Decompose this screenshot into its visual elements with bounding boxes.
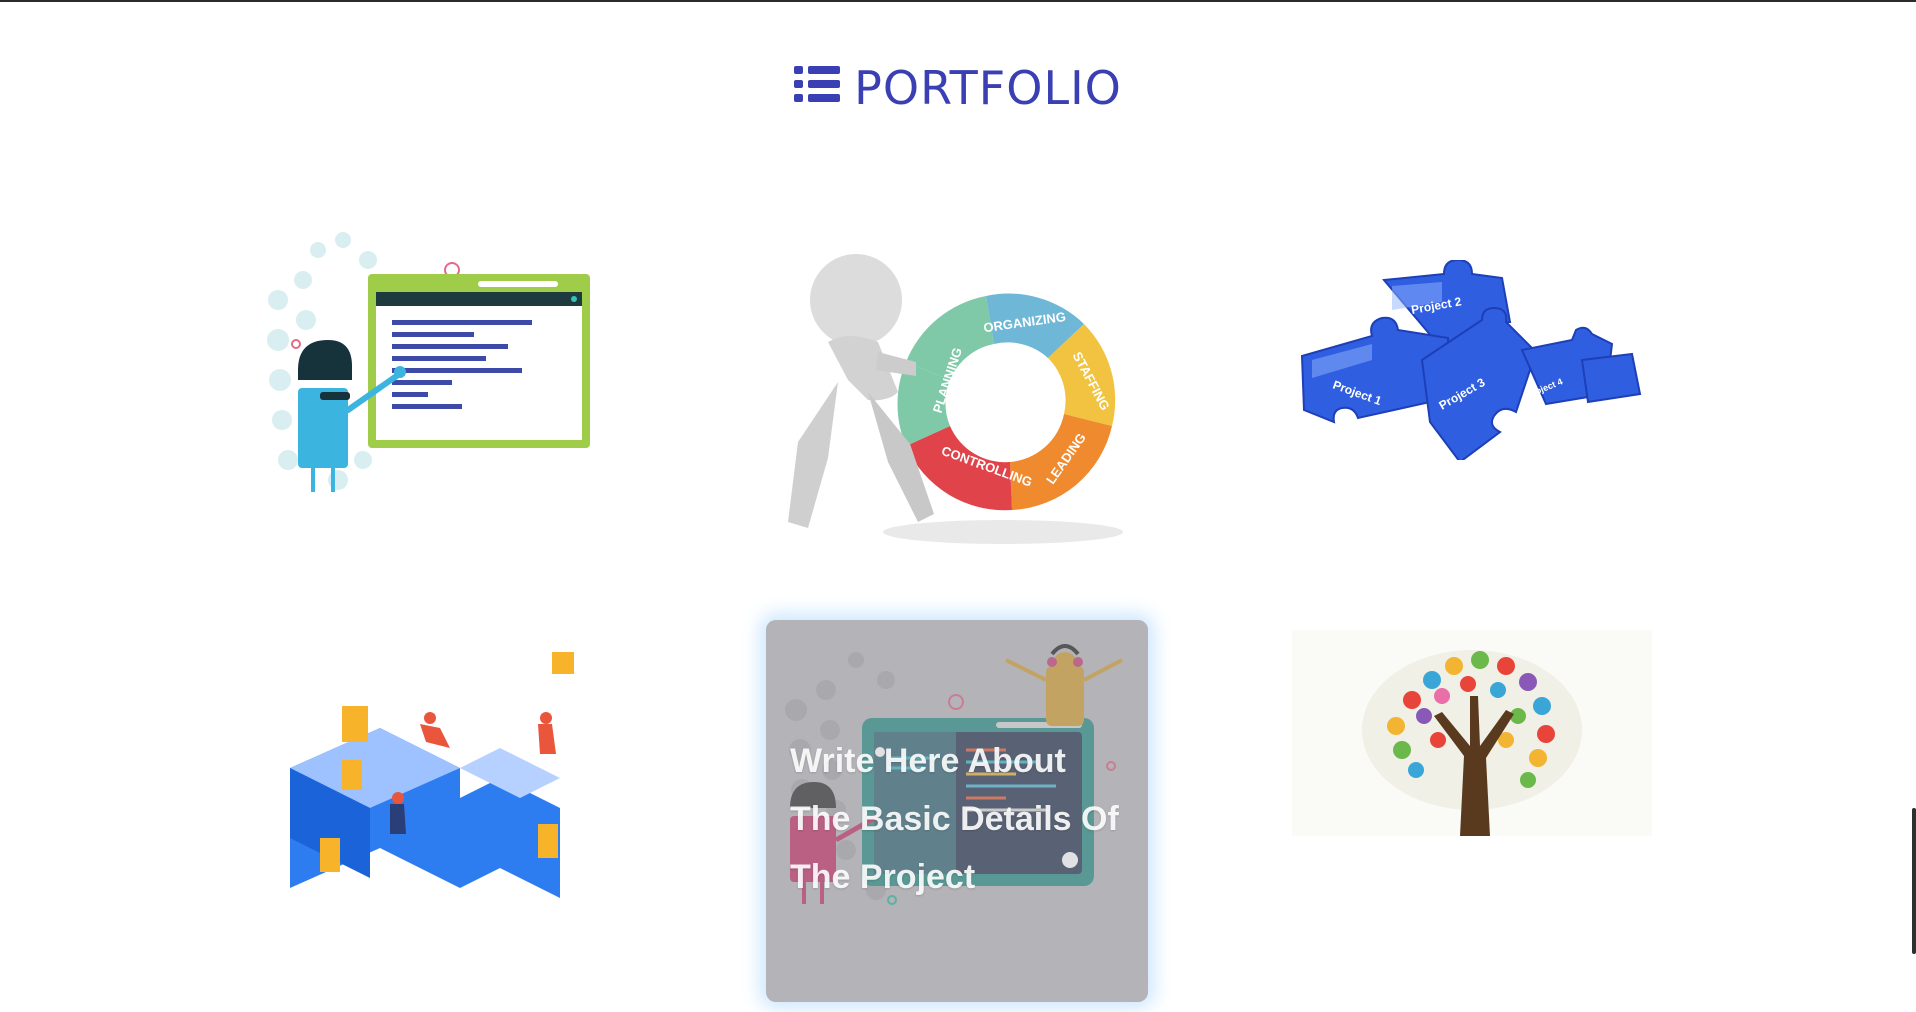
portfolio-item-hands-tree[interactable] (1292, 630, 1652, 836)
section-title: PORTFOLIO (854, 61, 1122, 115)
portfolio-item-teamwork[interactable] (280, 648, 600, 908)
isometric-team-image (290, 652, 574, 898)
project-details-text: Write Here About The Basic Details Of Th… (790, 742, 1119, 896)
list-icon (794, 60, 841, 116)
presentation-illustration (267, 232, 590, 492)
portfolio-item-coding[interactable]: Write Here About The Basic Details Of Th… (766, 620, 1148, 1002)
puzzle-projects-image: Project 2 Project 1 Project 3 Project 4 (1300, 260, 1642, 460)
portfolio-item-puzzle[interactable]: Project 2 Project 1 Project 3 Project 4 (1292, 260, 1652, 460)
section-heading: PORTFOLIO (0, 60, 1916, 120)
hands-tree-image (1362, 650, 1582, 836)
management-wheel-image: ORGANIZING STAFFING LEADING CONTROLLING … (788, 254, 1123, 544)
top-border (0, 0, 1916, 2)
portfolio-item-presentation[interactable] (258, 220, 598, 520)
portfolio-item-management[interactable]: ORGANIZING STAFFING LEADING CONTROLLING … (778, 242, 1138, 554)
page-scrollbar[interactable] (1912, 808, 1916, 954)
